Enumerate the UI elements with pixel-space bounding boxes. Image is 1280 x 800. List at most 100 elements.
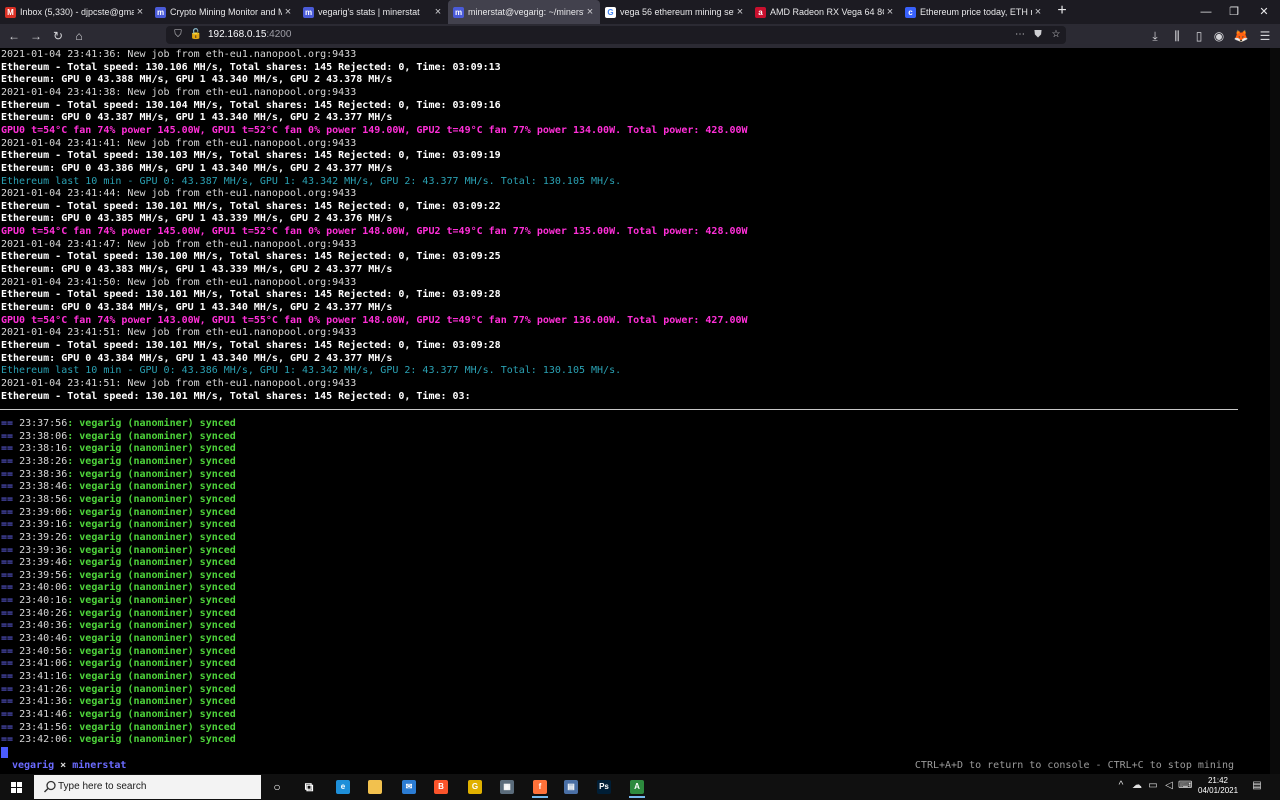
browser-tab[interactable]: m vegarig's stats | minerstat × bbox=[298, 0, 448, 24]
sync-prefix: == bbox=[1, 734, 20, 746]
minimize-button[interactable]: — bbox=[1192, 0, 1220, 24]
tab-close-icon[interactable]: × bbox=[884, 6, 896, 18]
sync-prefix: == bbox=[1, 658, 20, 670]
browser-tab[interactable]: m minerstat@vegarig: ~/minerst × bbox=[448, 0, 600, 24]
bookmark-star-icon[interactable]: ☆ bbox=[1048, 27, 1064, 43]
amd-icon: a bbox=[755, 6, 766, 18]
url-port: :4200 bbox=[266, 29, 292, 40]
sync-prefix: == bbox=[1, 493, 20, 505]
log-line: Ethereum: GPU 0 43.387 MH/s, GPU 1 43.34… bbox=[1, 112, 393, 124]
sync-time: 23:40:06 bbox=[19, 582, 68, 594]
tab-close-icon[interactable]: × bbox=[282, 6, 294, 18]
tab-title: AMD Radeon RX Vega 64 8GB H bbox=[770, 7, 884, 17]
account-icon[interactable]: ◉ bbox=[1210, 27, 1228, 45]
windows-start-button[interactable] bbox=[0, 774, 32, 800]
sync-time: 23:38:46 bbox=[19, 481, 68, 493]
sync-time: 23:38:26 bbox=[19, 455, 68, 467]
insecure-lock-icon[interactable]: 🔓 bbox=[188, 27, 204, 43]
terminal[interactable]: 2021-01-04 23:41:36: New job from eth-eu… bbox=[0, 48, 1280, 774]
sync-line: == 23:41:46: vegarig (nanominer) synced bbox=[1, 709, 236, 721]
calculator-icon[interactable]: ▦ bbox=[494, 776, 520, 798]
edge-icon-glyph: e bbox=[336, 780, 350, 794]
notifications-icon[interactable]: ▤ bbox=[1250, 779, 1264, 793]
log-line: Ethereum: GPU 0 43.384 MH/s, GPU 1 43.34… bbox=[1, 302, 393, 313]
back-icon[interactable]: ← bbox=[5, 27, 23, 45]
shield-icon[interactable]: ⛉ bbox=[170, 27, 186, 43]
sync-time: 23:38:06 bbox=[19, 430, 68, 442]
pc-manager-icon[interactable]: ▤ bbox=[558, 776, 584, 798]
mail-icon[interactable]: ✉ bbox=[396, 776, 422, 798]
tab-close-icon[interactable]: × bbox=[134, 6, 146, 18]
log-line: Ethereum last 10 min - GPU 0: 43.387 MH/… bbox=[1, 175, 622, 187]
task-view-icon[interactable]: ⧉ bbox=[296, 776, 322, 798]
pane-divider bbox=[0, 409, 1238, 410]
status-separator: × bbox=[54, 760, 73, 771]
firefox-icon[interactable]: f bbox=[527, 776, 553, 798]
tab-close-icon[interactable]: × bbox=[432, 6, 444, 18]
taskbar-clock[interactable]: 21:42 04/01/2021 bbox=[1198, 776, 1238, 796]
log-line: 2021-01-04 23:41:38: New job from eth-eu… bbox=[1, 86, 357, 98]
browser-tab[interactable]: M Inbox (5,330) - djpcste@gmail. × bbox=[0, 0, 150, 24]
tab-title: vegarig's stats | minerstat bbox=[318, 7, 420, 17]
file-explorer-icon[interactable] bbox=[362, 776, 388, 798]
url-text[interactable]: 192.168.0.15:4200 bbox=[208, 28, 291, 42]
menu-icon[interactable]: ☰ bbox=[1256, 27, 1274, 45]
geforce-icon[interactable]: G bbox=[462, 776, 488, 798]
network-icon[interactable]: ▭ bbox=[1146, 779, 1160, 793]
page-actions-icon[interactable]: ⋯ bbox=[1012, 27, 1028, 43]
home-icon[interactable]: ⌂ bbox=[70, 27, 88, 45]
url-bar[interactable]: ⛉ 🔓 192.168.0.15:4200 ⋯ ⛊ ☆ bbox=[166, 26, 1066, 44]
browser-tab[interactable]: c Ethereum price today, ETH ma × bbox=[900, 0, 1048, 24]
brave-icon[interactable]: B bbox=[428, 776, 454, 798]
cortana-icon[interactable]: ○ bbox=[264, 776, 290, 798]
app-a-icon[interactable]: A bbox=[624, 776, 650, 798]
photoshop-icon[interactable]: Ps bbox=[591, 776, 617, 798]
pocket-icon[interactable]: ⛊ bbox=[1030, 27, 1046, 43]
sidebar-icon[interactable]: ▯ bbox=[1190, 27, 1208, 45]
page-scrollbar[interactable] bbox=[1270, 48, 1280, 774]
sync-message: : vegarig (nanominer) synced bbox=[67, 620, 236, 632]
library-icon[interactable]: ⫼ bbox=[1168, 27, 1186, 45]
tab-close-icon[interactable]: × bbox=[734, 6, 746, 18]
edge-icon[interactable]: e bbox=[330, 776, 356, 798]
sync-message: : vegarig (nanominer) synced bbox=[67, 734, 236, 746]
gmail-icon: M bbox=[5, 6, 16, 18]
browser-tab[interactable]: m Crypto Mining Monitor and M × bbox=[150, 0, 298, 24]
metamask-icon[interactable]: 🦊 bbox=[1232, 27, 1250, 45]
sync-line: == 23:39:56: vegarig (nanominer) synced bbox=[1, 570, 236, 582]
app-a-icon-glyph: A bbox=[630, 780, 644, 794]
sync-line: == 23:38:06: vegarig (nanominer) synced bbox=[1, 431, 236, 443]
sync-prefix: == bbox=[1, 620, 20, 632]
sync-time: 23:38:56 bbox=[19, 493, 68, 505]
sync-time: 23:41:16 bbox=[19, 671, 68, 682]
maximize-button[interactable]: ❐ bbox=[1220, 0, 1248, 24]
sync-line: == 23:39:16: vegarig (nanominer) synced bbox=[1, 519, 236, 531]
sync-message: : vegarig (nanominer) synced bbox=[67, 658, 236, 670]
sync-message: : vegarig (nanominer) synced bbox=[67, 443, 236, 455]
sync-prefix: == bbox=[1, 443, 20, 455]
log-line: Ethereum last 10 min - GPU 0: 43.386 MH/… bbox=[1, 365, 622, 377]
downloads-icon[interactable]: ⤓ bbox=[1146, 27, 1164, 45]
taskbar-search-box[interactable]: Type here to search bbox=[34, 775, 261, 799]
browser-tab[interactable]: Gvega 56 ethereum mining setti × bbox=[600, 0, 750, 24]
reload-icon[interactable]: ↻ bbox=[49, 27, 67, 45]
language-icon[interactable]: ⌨ bbox=[1178, 779, 1192, 793]
sync-time: 23:41:26 bbox=[19, 683, 68, 695]
sync-line: == 23:41:16: vegarig (nanominer) synced bbox=[1, 671, 236, 683]
sync-prefix: == bbox=[1, 607, 20, 619]
browser-tab[interactable]: a AMD Radeon RX Vega 64 8GB H× bbox=[750, 0, 900, 24]
onedrive-icon[interactable]: ☁ bbox=[1130, 779, 1144, 793]
geforce-icon-glyph: G bbox=[468, 780, 482, 794]
sync-message: : vegarig (nanominer) synced bbox=[67, 481, 236, 493]
tray-overflow-icon[interactable]: ^ bbox=[1114, 779, 1128, 793]
tab-close-icon[interactable]: × bbox=[584, 6, 596, 18]
forward-icon[interactable]: → bbox=[27, 27, 45, 45]
new-tab-button[interactable]: + bbox=[1052, 2, 1072, 22]
tab-title: vega 56 ethereum mining setti bbox=[620, 7, 734, 17]
sync-message: : vegarig (nanominer) synced bbox=[67, 506, 236, 518]
tab-close-icon[interactable]: × bbox=[1032, 6, 1044, 18]
clock-time: 21:42 bbox=[1207, 776, 1229, 785]
volume-icon[interactable]: ◁ bbox=[1162, 779, 1176, 793]
close-window-button[interactable]: ✕ bbox=[1250, 0, 1278, 24]
sync-prefix: == bbox=[1, 671, 20, 682]
